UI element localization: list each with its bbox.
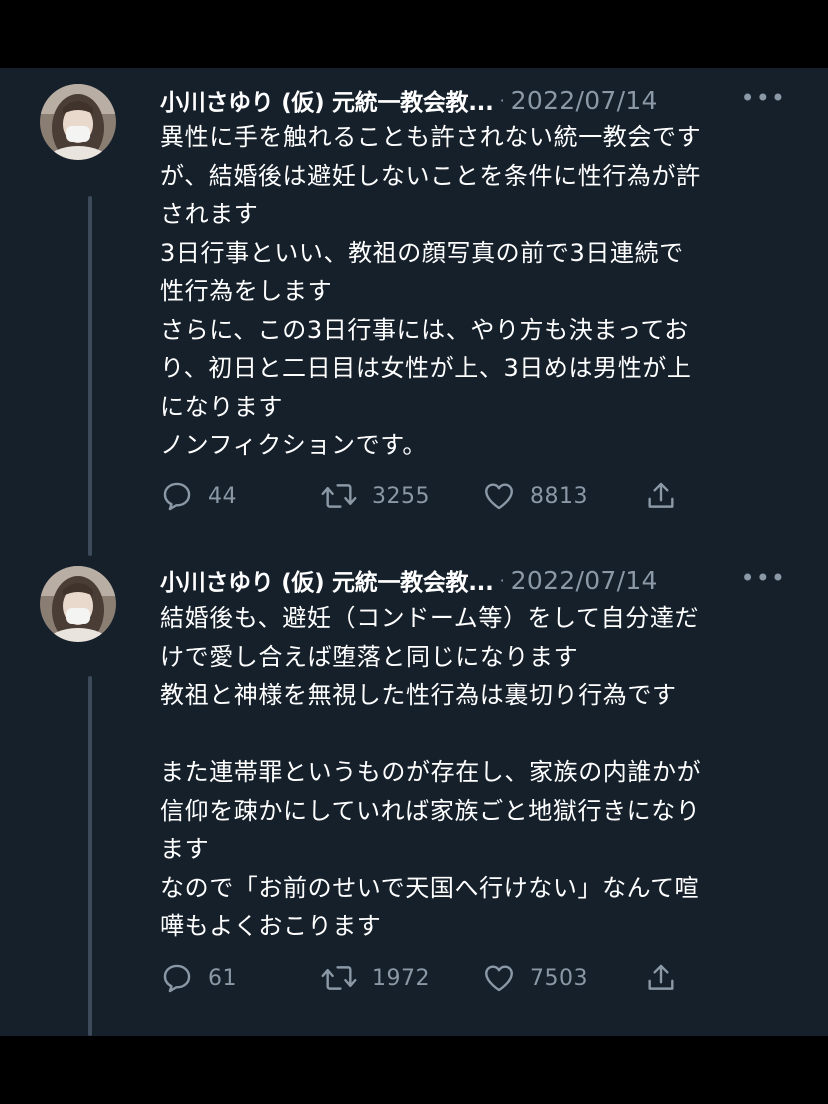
tweet-actions: 61 1972 7503 <box>160 958 700 998</box>
tweet-text-line: ノンフィクションです。 <box>160 431 427 459</box>
tweet-text-line: されます <box>160 200 259 228</box>
like-button[interactable]: 8813 <box>482 476 588 516</box>
share-button[interactable] <box>644 476 678 516</box>
tweet-text-line: けで愛し合えば堕落と同じになります <box>160 642 579 671</box>
avatar-photo-icon <box>40 566 116 642</box>
tweet-text: 異性に手を触れることも許されない統一教会です が、結婚後は避妊しないことを条件に… <box>160 118 790 465</box>
retweet-icon <box>321 484 357 508</box>
tweet-text-line: 異性に手を触れることも許されない統一教会です <box>160 123 702 151</box>
tweet-date[interactable]: 2022/07/14 <box>511 566 658 595</box>
reply-icon <box>163 964 191 993</box>
retweet-count: 3255 <box>372 483 430 509</box>
tweet-text-line: 信仰を疎かにしていれば家族ごと地獄行きになり <box>160 796 701 825</box>
more-horizontal-icon[interactable]: ••• <box>741 84 786 112</box>
tweet-text-line: また連帯罪というものが存在し、家族の内誰かが <box>160 758 702 786</box>
tweet-text-line <box>160 715 790 754</box>
reply-count: 61 <box>208 965 237 991</box>
tweet-text-line: 教祖と神様を無視した性行為は裏切り行為です <box>160 681 677 709</box>
author-name[interactable]: 小川さゆり (仮) 元統一教会教... <box>160 83 494 117</box>
tweet-text-line: になります <box>160 392 283 421</box>
share-button[interactable] <box>644 958 678 998</box>
tweet-text-line: が、結婚後は避妊しないことを条件に性行為が許 <box>160 161 701 190</box>
header-separator: · <box>499 570 505 590</box>
retweet-button[interactable]: 1972 <box>320 958 430 998</box>
tweet-header: 小川さゆり (仮) 元統一教会教... · 2022/07/14 ••• <box>160 82 800 118</box>
avatar-photo-icon <box>40 84 116 160</box>
tweet-text-line: 性行為をします <box>160 277 333 305</box>
tweet-text-line: ます <box>160 835 210 863</box>
tweet-text-line: 結婚後も、避妊（コンドーム等）をして自分達だ <box>160 604 700 632</box>
avatar[interactable] <box>40 84 116 160</box>
more-horizontal-icon[interactable]: ••• <box>741 564 786 592</box>
retweet-button[interactable]: 3255 <box>320 476 430 516</box>
reply-button[interactable]: 44 <box>160 476 237 516</box>
reply-icon <box>163 482 191 511</box>
like-button[interactable]: 7503 <box>482 958 588 998</box>
like-count: 7503 <box>530 965 588 991</box>
timeline: 小川さゆり (仮) 元統一教会教... · 2022/07/14 ••• 異性に… <box>0 68 828 1036</box>
tweet-text-line: 嘩もよくおこります <box>160 912 382 940</box>
tweet-text: 結婚後も、避妊（コンドーム等）をして自分達だ けで愛し合えば堕落と同じになります… <box>160 599 790 946</box>
author-name[interactable]: 小川さゆり (仮) 元統一教会教... <box>160 563 494 597</box>
tweet-header: 小川さゆり (仮) 元統一教会教... · 2022/07/14 ••• <box>160 562 800 598</box>
reply-button[interactable]: 61 <box>160 958 237 998</box>
like-count: 8813 <box>530 483 588 509</box>
reply-count: 44 <box>208 483 237 509</box>
share-icon <box>648 964 674 990</box>
tweet-text-line: さらに、この3日行事には、やり方も決まってお <box>160 315 689 344</box>
header-separator: · <box>499 90 505 110</box>
tweet-date[interactable]: 2022/07/14 <box>511 86 658 115</box>
retweet-count: 1972 <box>372 965 430 991</box>
tweet-text-line: なので「お前のせいで天国へ行けない」なんて喧 <box>160 873 700 902</box>
heart-icon <box>485 965 513 992</box>
tweet-actions: 44 3255 8813 <box>160 476 700 516</box>
tweet-text-line: り、初日と二日目は女性が上、3日めは男性が上 <box>160 354 692 382</box>
thread-connector <box>88 196 92 556</box>
avatar[interactable] <box>40 566 116 642</box>
share-icon <box>648 482 674 508</box>
thread-connector <box>88 676 92 1036</box>
heart-icon <box>485 483 513 510</box>
retweet-icon <box>321 966 357 990</box>
tweet-text-line: 3日行事といい、教祖の顔写真の前で3日連続で <box>160 238 684 267</box>
